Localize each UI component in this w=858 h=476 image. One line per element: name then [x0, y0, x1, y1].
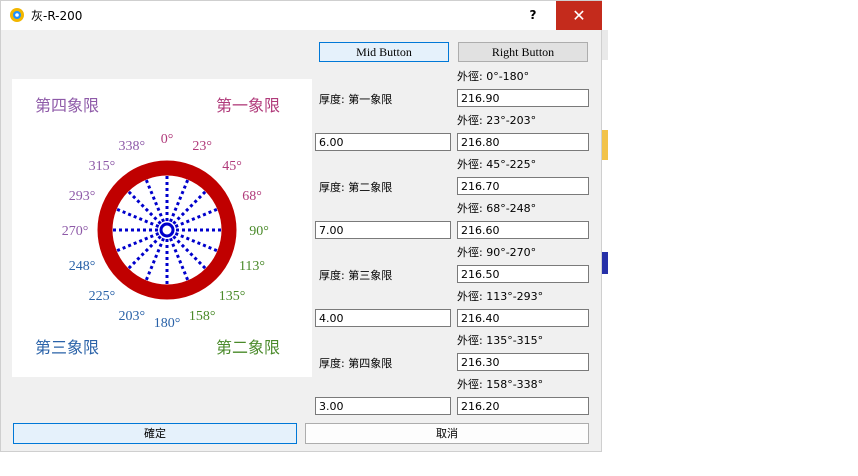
spoke-line	[127, 235, 162, 270]
angle-label: 293°	[69, 189, 96, 204]
thickness-label: 厚度: 第四象限	[319, 357, 393, 370]
spoke-line	[172, 190, 207, 225]
thickness-label: 厚度: 第一象限	[319, 93, 393, 106]
outer-diameter-field[interactable]: 216.30	[457, 353, 589, 371]
quadrant-label-2: 第二象限	[216, 338, 280, 357]
center-ring	[159, 222, 175, 238]
background-window-edge	[602, 30, 608, 60]
outer-diameter-label: 外徑: 135°-315°	[457, 334, 544, 347]
dialog-window: 灰-R-200 ? ✕ 第四象限 第一象限 第三象限 第二象限 0° 23° 45°…	[0, 0, 603, 452]
angle-label: 315°	[89, 159, 116, 174]
outer-diameter-label: 外徑: 23°-203°	[457, 114, 537, 127]
background-window-edge	[602, 130, 608, 160]
spoke-line	[144, 237, 165, 281]
ok-button[interactable]: 確定	[13, 423, 297, 444]
thickness-label: 厚度: 第三象限	[319, 269, 393, 282]
outer-diameter-label: 外徑: 68°-248°	[457, 202, 537, 215]
spoke-line	[172, 235, 207, 270]
outer-diameter-label: 外徑: 0°-180°	[457, 70, 530, 83]
quadrant-label-3: 第三象限	[35, 338, 99, 357]
angle-label: 23°	[192, 139, 212, 154]
pipe-diagram: 第四象限 第一象限 第三象限 第二象限 0° 23° 45°68° 90° 113° 13…	[35, 96, 280, 357]
background-window-edge	[602, 252, 608, 274]
angle-label: 0°	[161, 132, 174, 147]
angle-label: 203°	[118, 309, 145, 324]
thickness-label: 厚度: 第二象限	[319, 181, 393, 194]
spoke-line	[116, 232, 160, 253]
angle-label: 225°	[89, 289, 116, 304]
outer-diameter-field[interactable]: 216.40	[457, 309, 589, 327]
close-button[interactable]: ✕	[556, 1, 602, 30]
mid-button[interactable]: Mid Button	[319, 42, 449, 62]
angle-label: 270°	[62, 224, 89, 239]
spokes	[113, 176, 221, 284]
title-bar: 灰-R-200 ? ✕	[1, 1, 603, 30]
angle-label: 113°	[239, 259, 265, 274]
spoke-line	[174, 207, 218, 228]
spoke-line	[174, 232, 218, 253]
quadrant-label-4: 第四象限	[35, 96, 99, 115]
pipe-ring	[97, 160, 237, 300]
outer-diameter-field[interactable]: 216.80	[457, 133, 589, 151]
outer-diameter-field[interactable]: 216.50	[457, 265, 589, 283]
angle-label: 158°	[189, 309, 216, 324]
angle-label: 135°	[219, 289, 246, 304]
outer-diameter-label: 外徑: 90°-270°	[457, 246, 537, 259]
help-button[interactable]: ?	[521, 1, 545, 30]
thickness-field[interactable]: 6.00	[315, 133, 451, 151]
angle-label: 248°	[69, 259, 96, 274]
spoke-line	[144, 179, 165, 223]
pipe-diagram-panel: 第四象限 第一象限 第三象限 第二象限 0° 23° 45° 68° 90° 113° 13…	[12, 79, 312, 377]
spoke-line	[116, 207, 160, 228]
angle-label: 180°	[154, 316, 181, 331]
angle-label: 338°	[118, 139, 145, 154]
quadrant-label-1: 第一象限	[216, 96, 280, 115]
cancel-button[interactable]: 取消	[305, 423, 589, 444]
app-icon	[10, 8, 24, 22]
spoke-line	[169, 179, 190, 223]
spoke-line	[127, 190, 162, 225]
angle-label: 45°	[222, 159, 242, 174]
outer-diameter-field[interactable]: 216.60	[457, 221, 589, 239]
spoke-line	[169, 237, 190, 281]
window-title: 灰-R-200	[31, 9, 83, 23]
outer-diameter-label: 外徑: 113°-293°	[457, 290, 544, 303]
thickness-field[interactable]: 4.00	[315, 309, 451, 327]
right-button[interactable]: Right Button	[458, 42, 588, 62]
angle-label: 90°	[249, 224, 269, 239]
outer-diameter-label: 外徑: 158°-338°	[457, 378, 544, 391]
angle-label: 68°	[242, 189, 262, 204]
outer-diameter-field[interactable]: 216.90	[457, 89, 589, 107]
thickness-field[interactable]: 3.00	[315, 397, 451, 415]
thickness-field[interactable]: 7.00	[315, 221, 451, 239]
outer-diameter-field[interactable]: 216.70	[457, 177, 589, 195]
outer-diameter-field[interactable]: 216.20	[457, 397, 589, 415]
outer-diameter-label: 外徑: 45°-225°	[457, 158, 537, 171]
